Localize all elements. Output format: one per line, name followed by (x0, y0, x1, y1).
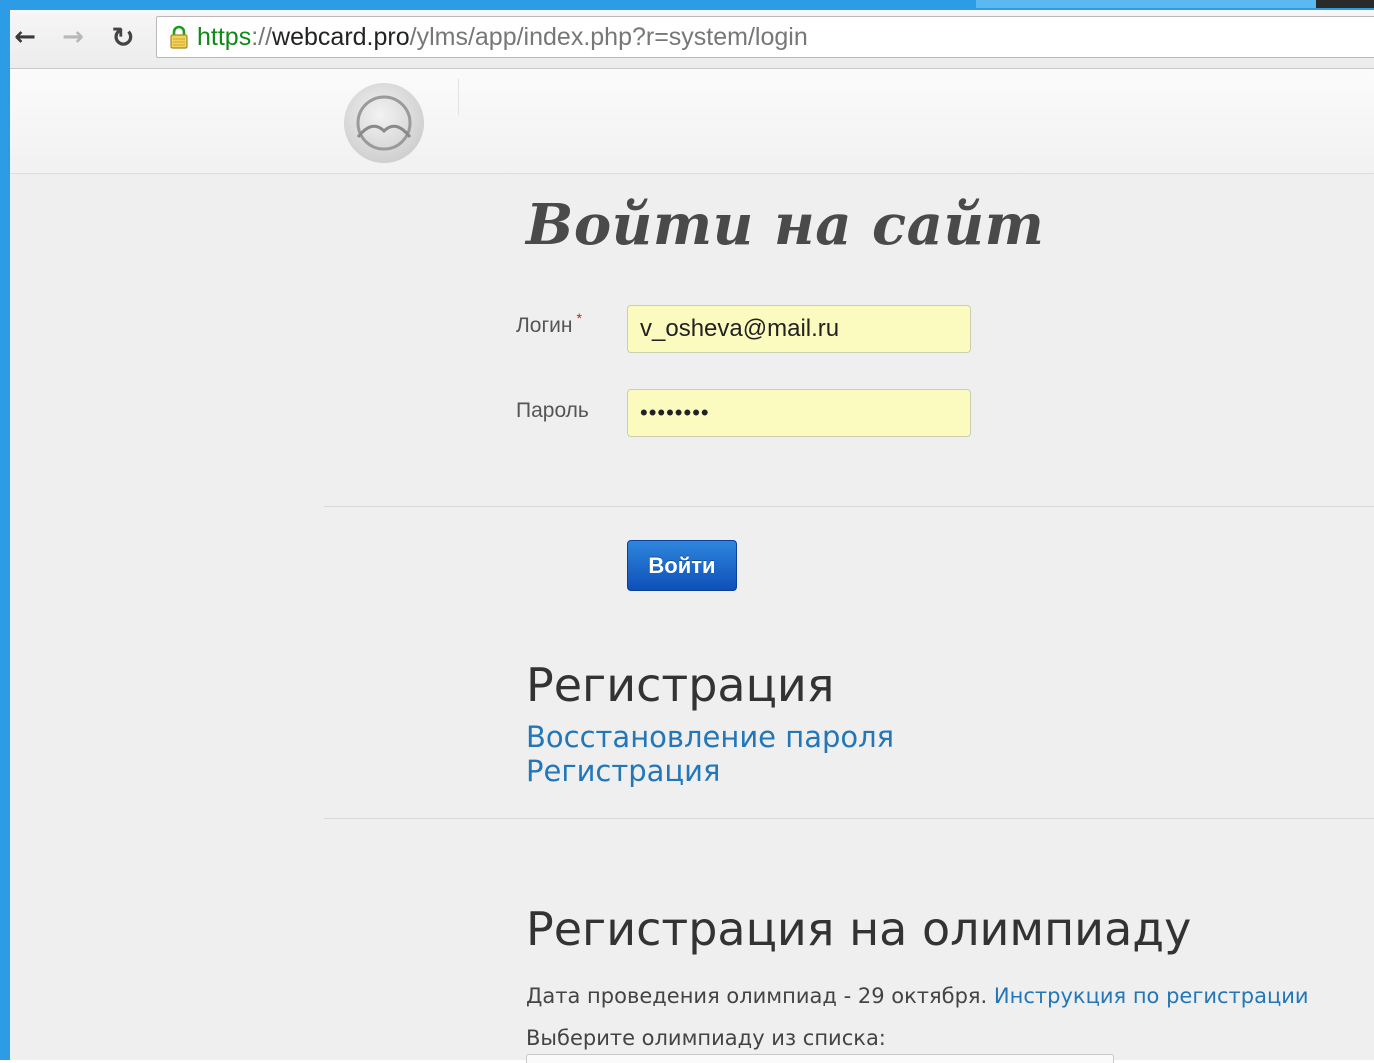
tab-strip (976, 0, 1316, 8)
reload-icon[interactable]: ↻ (108, 21, 138, 54)
olympiad-date: Дата проведения олимпиад - 29 октября. (526, 984, 988, 1008)
browser-toolbar: ← → ↻ https://webcard.pro/ylms/app/index… (10, 10, 1374, 69)
register-link[interactable]: Регистрация (526, 754, 720, 788)
instructions-link[interactable]: Инструкция по регистрации (994, 984, 1309, 1008)
lock-icon (169, 24, 189, 50)
arrow-right-icon[interactable]: → (58, 22, 88, 52)
registration-heading: Регистрация (526, 658, 835, 712)
login-button[interactable]: Войти (627, 540, 737, 591)
recover-password-link[interactable]: Восстановление пароля (526, 720, 894, 754)
login-input[interactable] (627, 305, 971, 353)
olympiad-select[interactable] (526, 1054, 1114, 1063)
site-header (10, 69, 1374, 174)
frame-left (0, 0, 10, 1060)
tab-strip-dark (1316, 0, 1374, 8)
url-text: https://webcard.pro/ylms/app/index.php?r… (197, 23, 808, 52)
main-content: Войти на сайт Логин* Пароль Войти Регист… (10, 174, 1374, 1063)
divider (324, 506, 1374, 507)
header-divider (458, 79, 459, 115)
url-scheme: https (197, 22, 252, 51)
arrow-left-icon[interactable]: ← (10, 22, 40, 52)
login-label: Логин * (516, 310, 582, 338)
url-separator: :// (251, 22, 273, 51)
choose-olympiad-text: Выберите олимпиаду из списка: (526, 1026, 886, 1050)
password-label: Пароль (516, 399, 589, 422)
olympiad-date-text: Дата проведения олимпиад - 29 октября. И… (526, 984, 1309, 1008)
address-bar[interactable]: https://webcard.pro/ylms/app/index.php?r… (156, 16, 1374, 58)
url-host: webcard.pro (272, 22, 410, 51)
password-input[interactable] (627, 389, 971, 437)
page-title: Войти на сайт (526, 192, 1045, 258)
site-logo[interactable] (342, 81, 426, 165)
divider (324, 818, 1374, 819)
login-label-text: Логин (516, 314, 573, 337)
olympiad-heading: Регистрация на олимпиаду (526, 902, 1192, 956)
required-mark: * (576, 310, 582, 326)
url-path: /ylms/app/index.php?r=system/login (409, 22, 808, 51)
